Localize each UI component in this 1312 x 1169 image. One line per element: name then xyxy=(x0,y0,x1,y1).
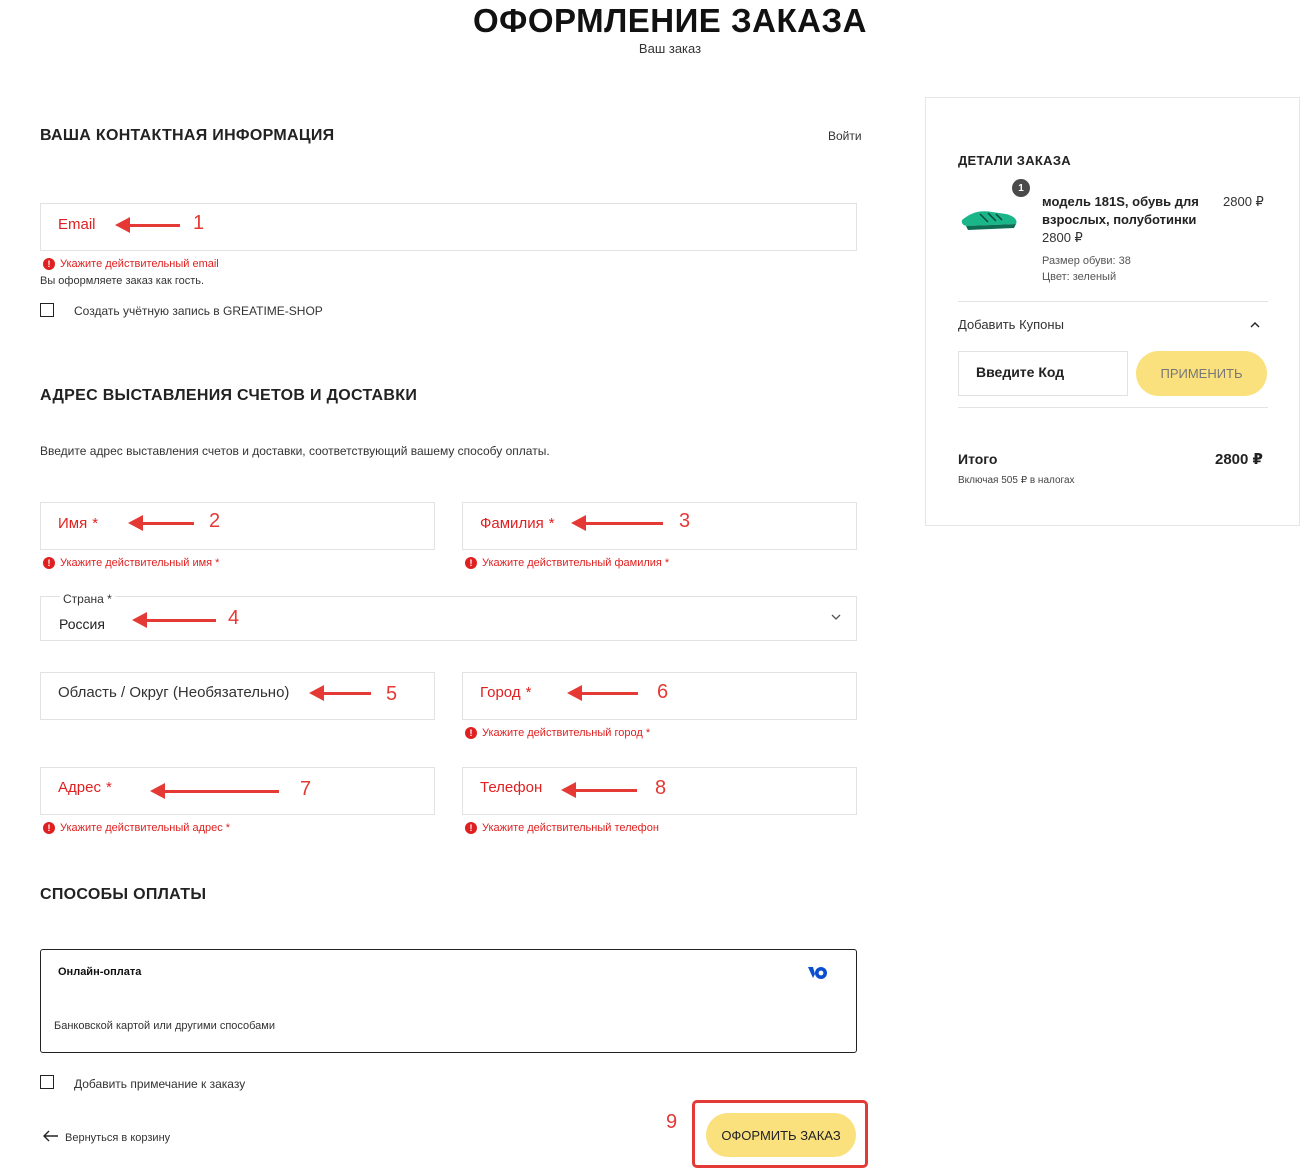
first-name-error: ! Укажите действительный имя * xyxy=(43,557,219,569)
payment-method-title: Онлайн-оплата xyxy=(58,966,142,978)
coupon-input[interactable]: Введите Код xyxy=(958,351,1128,396)
error-icon: ! xyxy=(465,727,477,739)
city-label: Город xyxy=(480,684,521,701)
phone-label: Телефон xyxy=(480,779,543,796)
annotation-number-7: 7 xyxy=(300,778,312,800)
required-mark: * xyxy=(92,515,99,532)
phone-error-text: Укажите действительный телефон xyxy=(482,822,659,834)
chevron-down-icon xyxy=(830,610,842,628)
street-address-label: Адрес xyxy=(58,779,101,796)
email-field[interactable]: Email xyxy=(40,203,857,251)
product-thumbnail xyxy=(958,190,1022,246)
error-icon: ! xyxy=(43,822,55,834)
annotation-number-9: 9 xyxy=(666,1111,678,1133)
coupons-toggle[interactable]: Добавить Купоны xyxy=(958,317,1268,337)
annotation-number-6: 6 xyxy=(657,681,669,703)
country-value: Россия xyxy=(59,616,105,632)
required-mark: * xyxy=(525,684,532,701)
last-name-field[interactable]: Фамилия * xyxy=(462,502,857,550)
annotation-arrow xyxy=(567,685,638,701)
guest-note: Вы оформляете заказ как гость. xyxy=(40,275,205,287)
error-icon: ! xyxy=(43,258,55,270)
payment-method-online[interactable]: Онлайн-оплата Банковской картой или друг… xyxy=(40,949,857,1053)
divider xyxy=(958,301,1268,302)
add-note-label: Добавить примечание к заказу xyxy=(74,1077,246,1091)
coupons-label: Добавить Купоны xyxy=(958,317,1064,332)
city-error-text: Укажите действительный город * xyxy=(482,727,651,739)
back-to-cart-link[interactable]: Вернуться в корзину xyxy=(43,1129,170,1147)
create-account-label: Создать учётную запись в GREATIME-SHOP xyxy=(74,304,323,318)
place-order-button[interactable]: ОФОРМИТЬ ЗАКАЗ xyxy=(706,1113,856,1157)
annotation-number-1: 1 xyxy=(193,212,205,234)
region-label: Область / Округ (Необязательно) xyxy=(58,684,290,701)
arrow-left-icon xyxy=(43,1129,59,1147)
required-mark: * xyxy=(105,779,112,796)
total-value: 2800 ₽ xyxy=(1215,451,1263,468)
back-to-cart-label: Вернуться в корзину xyxy=(65,1132,171,1144)
contact-heading: ВАША КОНТАКТНАЯ ИНФОРМАЦИЯ xyxy=(40,127,335,144)
divider xyxy=(958,407,1268,408)
total-label: Итого xyxy=(958,451,998,467)
address-description: Введите адрес выставления счетов и доста… xyxy=(40,444,550,458)
street-address-error-text: Укажите действительный адрес * xyxy=(60,822,231,834)
phone-error: ! Укажите действительный телефон xyxy=(465,822,659,834)
street-address-error: ! Укажите действительный адрес * xyxy=(43,822,230,834)
annotation-arrow xyxy=(115,217,180,233)
city-error: ! Укажите действительный город * xyxy=(465,727,650,739)
coupon-placeholder: Введите Код xyxy=(976,364,1065,380)
last-name-error-text: Укажите действительный фамилия * xyxy=(482,557,670,569)
annotation-arrow xyxy=(309,685,371,701)
product-name: модель 181S, обувь для взрослых, полубот… xyxy=(1042,194,1199,227)
payment-method-description: Банковской картой или другими способами xyxy=(54,1020,276,1032)
annotation-arrow xyxy=(132,612,216,628)
product-color: Цвет: зеленый xyxy=(1042,271,1117,283)
error-icon: ! xyxy=(465,822,477,834)
error-icon: ! xyxy=(43,557,55,569)
order-summary-panel: ДЕТАЛИ ЗАКАЗА 1 модель 181S, обувь для в… xyxy=(925,97,1300,526)
first-name-label: Имя xyxy=(58,515,88,532)
annotation-arrow xyxy=(128,515,194,531)
chevron-up-icon xyxy=(1249,318,1261,336)
login-link[interactable]: Войти xyxy=(828,129,862,143)
apply-coupon-button[interactable]: ПРИМЕНИТЬ xyxy=(1136,351,1267,396)
last-name-error: ! Укажите действительный фамилия * xyxy=(465,557,669,569)
required-mark: * xyxy=(548,515,555,532)
region-field[interactable]: Область / Округ (Необязательно) xyxy=(40,672,435,720)
country-label: Страна * xyxy=(60,592,115,606)
error-icon: ! xyxy=(465,557,477,569)
item-quantity-badge: 1 xyxy=(1012,179,1030,197)
email-label: Email xyxy=(58,216,96,233)
annotation-number-2: 2 xyxy=(209,510,221,532)
email-error: ! Укажите действительный email xyxy=(43,258,219,270)
product-size: Размер обуви: 38 xyxy=(1042,255,1131,267)
add-note-checkbox[interactable] xyxy=(40,1075,54,1089)
tax-note: Включая 505 ₽ в налогах xyxy=(958,475,1075,486)
email-error-text: Укажите действительный email xyxy=(60,258,219,270)
yookassa-logo-icon xyxy=(806,964,830,987)
annotation-arrow xyxy=(571,515,663,531)
last-name-label: Фамилия xyxy=(480,515,544,532)
product-unit-price: 2800 ₽ xyxy=(1042,230,1083,245)
annotation-number-8: 8 xyxy=(655,777,667,799)
payment-heading: СПОСОБЫ ОПЛАТЫ xyxy=(40,886,207,903)
first-name-error-text: Укажите действительный имя * xyxy=(60,557,220,569)
address-heading: АДРЕС ВЫСТАВЛЕНИЯ СЧЕТОВ И ДОСТАВКИ xyxy=(40,387,418,404)
annotation-number-5: 5 xyxy=(386,683,398,705)
annotation-number-4: 4 xyxy=(228,607,240,629)
page-subtitle: Ваш заказ xyxy=(638,41,702,56)
order-details-heading: ДЕТАЛИ ЗАКАЗА xyxy=(958,153,1071,168)
annotation-arrow xyxy=(561,782,637,798)
annotation-arrow xyxy=(150,783,279,799)
page-title: ОФОРМЛЕНИЕ ЗАКАЗА xyxy=(473,2,867,39)
first-name-field[interactable]: Имя * xyxy=(40,502,435,550)
create-account-checkbox[interactable] xyxy=(40,303,54,317)
annotation-number-3: 3 xyxy=(679,510,691,532)
product-line-total: 2800 ₽ xyxy=(1223,194,1264,209)
